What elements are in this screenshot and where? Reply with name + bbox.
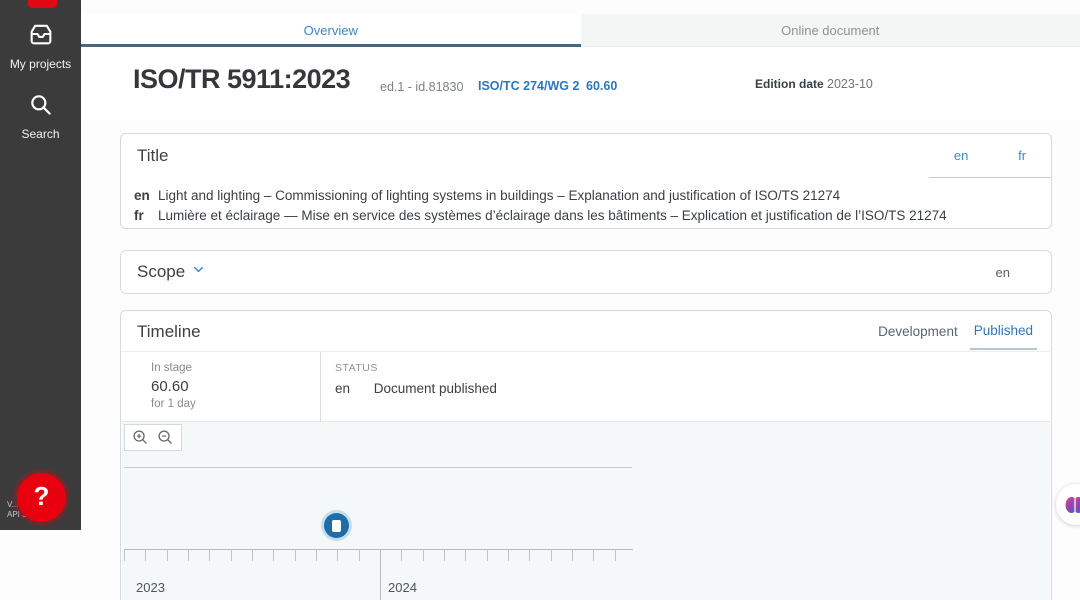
axis-tick	[508, 549, 509, 561]
zoom-out-icon[interactable]	[157, 429, 174, 446]
scope-card: Scope en	[120, 250, 1052, 294]
title-row-lang: fr	[134, 208, 144, 223]
axis-tick	[166, 549, 168, 561]
timeline-chart: 2023 2024	[122, 421, 1050, 600]
scope-heading: Scope	[137, 262, 186, 281]
stage-info: In stage 60.60 for 1 day	[121, 352, 321, 421]
title-card-heading: Title	[137, 146, 169, 165]
ai-assistant-icon[interactable]	[1056, 484, 1080, 525]
help-button[interactable]: ?	[17, 473, 66, 522]
axis-tick	[486, 549, 488, 561]
scope-expander[interactable]: Scope	[137, 262, 206, 282]
stage-value: 60.60	[151, 378, 189, 395]
axis-tick	[230, 549, 232, 561]
axis-tick	[550, 549, 552, 561]
axis-tick	[380, 549, 381, 600]
stage-status-row: In stage 60.60 for 1 day STATUS en Docum…	[121, 351, 1051, 421]
axis-tick	[337, 549, 339, 561]
document-icon	[331, 519, 341, 532]
chart-zoom-toolbar	[124, 424, 182, 451]
status-label: STATUS	[335, 362, 378, 374]
stage-duration: for 1 day	[151, 398, 196, 410]
axis-tick	[294, 549, 296, 561]
axis-tick	[401, 549, 403, 561]
axis-year-label: 2023	[136, 580, 165, 595]
axis-tick	[593, 549, 595, 561]
title-row-text: Light and lighting – Commissioning of li…	[158, 188, 841, 203]
tab-online-document[interactable]: Online document	[580, 14, 1080, 47]
axis-tick	[422, 549, 424, 561]
axis-tick	[273, 549, 275, 561]
title-row-fr: fr Lumière et éclairage — Mise en servic…	[134, 206, 1034, 226]
sidebar-item-label: My projects	[9, 57, 72, 71]
title-language-tabs: en fr	[929, 134, 1051, 178]
search-icon	[0, 92, 81, 123]
scope-language: en	[995, 265, 1010, 280]
title-row-text: Lumière et éclairage — Mise en service d…	[158, 208, 947, 223]
sidebar-item-search[interactable]: Search	[0, 92, 81, 141]
status-line: en Document published	[335, 381, 497, 396]
projects-icon	[0, 20, 81, 53]
title-rows: en Light and lighting – Commissioning of…	[134, 186, 1034, 226]
axis-tick	[529, 549, 531, 561]
sidebar-item-my-projects[interactable]: My projects	[0, 20, 81, 71]
timeline-lane-line	[124, 467, 632, 468]
edition-date-label: Edition date	[755, 77, 824, 91]
top-tabbar: Overview Online document	[81, 14, 1080, 47]
iso-logo	[28, 0, 57, 8]
title-row-en: en Light and lighting – Commissioning of…	[134, 186, 1034, 206]
axis-tick	[358, 549, 360, 561]
timeline-heading: Timeline	[137, 322, 201, 341]
axis-year-label: 2024	[388, 580, 417, 595]
title-card: Title en fr en Light and lighting – Comm…	[120, 133, 1052, 229]
axis-tick	[252, 549, 253, 561]
lang-tab-fr[interactable]: fr	[1018, 148, 1026, 163]
axis-tick	[614, 549, 616, 561]
zoom-in-icon[interactable]	[132, 429, 149, 446]
edition-id-text: ed.1 - id.81830	[380, 80, 464, 94]
axis-tick	[444, 549, 445, 561]
committee-link[interactable]: ISO/TC 274/WG 2	[478, 79, 579, 93]
axis-tick	[145, 549, 147, 561]
page-title: ISO/TR 5911:2023	[133, 64, 351, 94]
axis-tick	[465, 549, 467, 561]
status-language: en	[335, 381, 351, 396]
timeline-card: Timeline Development Published In stage …	[120, 310, 1052, 600]
chevron-down-icon	[191, 262, 206, 282]
status-text: Document published	[373, 381, 497, 396]
stage-code-link[interactable]: 60.60	[586, 79, 617, 93]
tab-overview[interactable]: Overview	[81, 14, 581, 47]
axis-tick	[316, 549, 317, 561]
axis-tick	[124, 549, 125, 561]
axis-tick	[188, 549, 189, 561]
published-document-marker[interactable]	[323, 513, 349, 538]
title-row-lang: en	[134, 188, 150, 203]
axis-tick	[572, 549, 573, 561]
lang-tab-en[interactable]: en	[954, 148, 968, 163]
sidebar: My projects Search V... API 3... ?	[0, 0, 81, 530]
timeline-axis	[124, 549, 633, 550]
document-header: ISO/TR 5911:2023 ed.1 - id.81830 ISO/TC …	[81, 47, 1080, 120]
timeline-tabs: Development Published	[878, 311, 1037, 351]
stage-label: In stage	[151, 362, 192, 374]
tab-published[interactable]: Published	[969, 312, 1037, 350]
tab-development[interactable]: Development	[878, 324, 958, 339]
status-info: STATUS en Document published	[321, 352, 497, 421]
axis-tick	[209, 549, 211, 561]
edition-date-value: 2023-10	[827, 77, 873, 91]
sidebar-item-label: Search	[21, 127, 60, 141]
